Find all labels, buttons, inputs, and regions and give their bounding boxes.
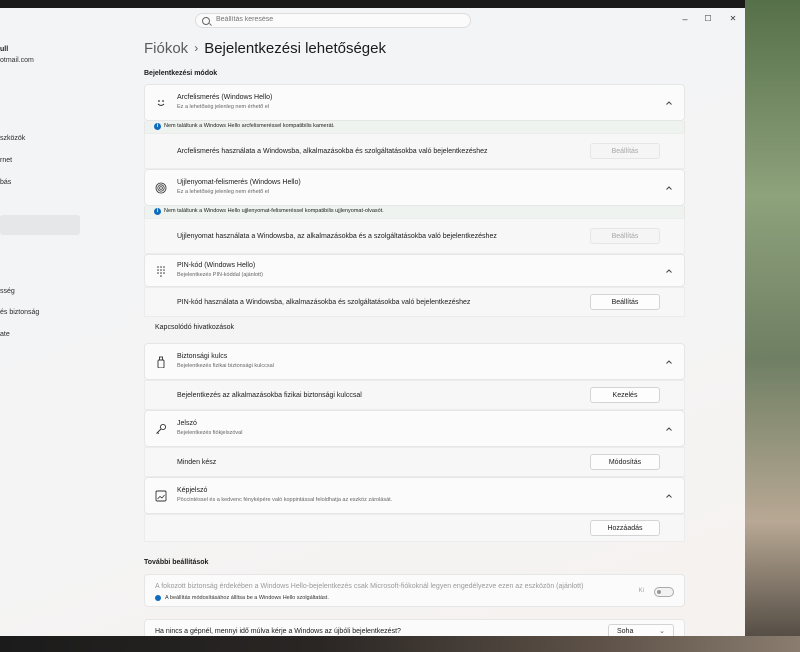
fingerprint-row-text: Ujjlenyomat használata a Windowsba, az a…	[177, 233, 497, 240]
picture-password-setting-row: Hozzáadás	[144, 514, 685, 542]
face-recognition-card[interactable]: Arcfelismerés (Windows Hello) Ez a lehet…	[144, 84, 685, 121]
fingerprint-setting-row: Ujjlenyomat használata a Windowsba, az a…	[144, 218, 685, 254]
sidebar-item-accounts-selected[interactable]	[0, 215, 80, 235]
hello-only-card: A fokozott biztonság érdekében a Windows…	[144, 574, 685, 607]
desktop-wallpaper-right	[745, 0, 800, 652]
chevron-down-icon: ⌄	[659, 628, 665, 635]
face-row-text: Arcfelismerés használata a Windowsba, al…	[177, 148, 488, 155]
section-additional-settings: További beállítások	[144, 559, 209, 566]
password-card[interactable]: Jelszó Bejelentkezés fiókjelszóval	[144, 410, 685, 447]
usb-key-icon	[155, 356, 167, 369]
breadcrumb-parent[interactable]: Fiókok	[144, 40, 188, 57]
picture-password-title: Képjelszó	[177, 487, 208, 494]
relogin-dropdown-value: Soha	[617, 628, 634, 635]
pin-description: Bejelentkezés PIN-kóddal (ajánlott)	[177, 272, 263, 278]
fingerprint-description: Ez a lehetőség jelenleg nem érhető el	[177, 189, 270, 195]
keypad-icon	[155, 265, 167, 277]
security-key-title: Biztonsági kulcs	[177, 353, 228, 360]
pin-row-text: PIN-kód használata a Windowsba, alkalmaz…	[177, 299, 471, 306]
hello-only-note: A beállítás módosításához állítsa be a W…	[165, 595, 329, 601]
security-key-card[interactable]: Biztonsági kulcs Bejelentkezés fizikai b…	[144, 343, 685, 380]
fingerprint-setup-button[interactable]: Beállítás	[590, 228, 660, 244]
security-key-row-text: Bejelentkezés az alkalmazásokba fizikai …	[177, 392, 362, 399]
hello-only-text: A fokozott biztonság érdekében a Windows…	[155, 583, 584, 590]
fingerprint-warning: i Nem találtunk a Windows Hello ujjlenyo…	[144, 206, 685, 218]
user-name: ull	[0, 46, 9, 53]
chevron-up-icon[interactable]	[664, 98, 674, 108]
security-key-manage-button[interactable]: Kezelés	[590, 387, 660, 403]
breadcrumb: Fiókok › Bejelentkezési lehetőségek	[144, 40, 386, 57]
sidebar-item-windows-update[interactable]: ate	[0, 331, 10, 338]
user-email: otmail.com	[0, 57, 34, 64]
search-box[interactable]	[195, 13, 471, 28]
chevron-up-icon[interactable]	[664, 266, 674, 276]
face-setup-button[interactable]: Beállítás	[590, 143, 660, 159]
password-change-button[interactable]: Módosítás	[590, 454, 660, 470]
search-input[interactable]	[216, 16, 456, 23]
sidebar: ull otmail.com szközök rnet bás sség és …	[0, 8, 90, 636]
info-icon: i	[154, 208, 161, 215]
pin-card[interactable]: PIN-kód (Windows Hello) Bejelentkezés PI…	[144, 254, 685, 287]
close-button[interactable]: ✕	[723, 12, 743, 26]
pin-title: PIN-kód (Windows Hello)	[177, 262, 256, 269]
smiley-face-icon	[155, 97, 167, 109]
pin-setup-button[interactable]: Beállítás	[590, 294, 660, 310]
settings-window: ull otmail.com szközök rnet bás sség és …	[0, 8, 745, 636]
chevron-up-icon[interactable]	[664, 183, 674, 193]
fingerprint-warning-text: Nem találtunk a Windows Hello ujjlenyoma…	[164, 208, 384, 214]
face-setting-row: Arcfelismerés használata a Windowsba, al…	[144, 133, 685, 169]
password-description: Bejelentkezés fiókjelszóval	[177, 430, 243, 436]
chevron-up-icon[interactable]	[664, 357, 674, 367]
relogin-dropdown[interactable]: Soha ⌄	[608, 624, 674, 636]
security-key-setting-row: Bejelentkezés az alkalmazásokba fizikai …	[144, 380, 685, 410]
picture-icon	[155, 490, 167, 502]
hello-only-toggle[interactable]	[654, 587, 674, 597]
sidebar-item-personalization[interactable]: bás	[0, 179, 11, 186]
page-title: Bejelentkezési lehetőségek	[204, 40, 386, 57]
sidebar-item-accessibility[interactable]: sség	[0, 288, 15, 295]
breadcrumb-separator: ›	[194, 41, 199, 55]
sidebar-item-privacy-security[interactable]: és biztonság	[0, 309, 39, 316]
info-icon	[155, 595, 161, 601]
face-warning-text: Nem találtunk a Windows Hello arcfelisme…	[164, 123, 335, 129]
chevron-up-icon[interactable]	[664, 491, 674, 501]
section-related-links: Kapcsolódó hivatkozások	[155, 324, 234, 331]
pin-setting-row: PIN-kód használata a Windowsba, alkalmaz…	[144, 287, 685, 317]
chevron-up-icon[interactable]	[664, 424, 674, 434]
password-title: Jelszó	[177, 420, 197, 427]
relogin-card: Ha nincs a gépnél, mennyi idő múlva kérj…	[144, 619, 685, 636]
hello-only-toggle-label: Ki	[638, 588, 644, 594]
maximize-button[interactable]: ☐	[698, 12, 718, 26]
face-description: Ez a lehetőség jelenleg nem érhető el	[177, 104, 270, 110]
sidebar-item-network[interactable]: rnet	[0, 157, 12, 164]
password-row-text: Minden kész	[177, 459, 217, 466]
picture-password-card[interactable]: Képjelszó Pöccintéssel és a kedvenc fény…	[144, 477, 685, 514]
relogin-text: Ha nincs a gépnél, mennyi idő múlva kérj…	[155, 628, 401, 635]
face-title: Arcfelismerés (Windows Hello)	[177, 94, 273, 101]
sidebar-item-devices[interactable]: szközök	[0, 135, 25, 142]
picture-password-add-button[interactable]: Hozzáadás	[590, 520, 660, 536]
search-icon	[202, 17, 210, 25]
password-setting-row: Minden kész Módosítás	[144, 447, 685, 477]
fingerprint-title: Ujjlenyomat-felismerés (Windows Hello)	[177, 179, 301, 186]
key-icon	[155, 423, 167, 435]
picture-password-description: Pöccintéssel és a kedvenc fényképére val…	[177, 497, 393, 503]
face-warning: i Nem találtunk a Windows Hello arcfelis…	[144, 121, 685, 133]
security-key-description: Bejelentkezés fizikai biztonsági kulccsa…	[177, 363, 274, 369]
desktop-wallpaper-bottom	[0, 636, 800, 652]
minimize-button[interactable]: –	[675, 12, 695, 26]
fingerprint-card[interactable]: Ujjlenyomat-felismerés (Windows Hello) E…	[144, 169, 685, 206]
section-signin-methods: Bejelentkezési módok	[144, 70, 218, 77]
fingerprint-icon	[155, 182, 167, 194]
info-icon: i	[154, 123, 161, 130]
